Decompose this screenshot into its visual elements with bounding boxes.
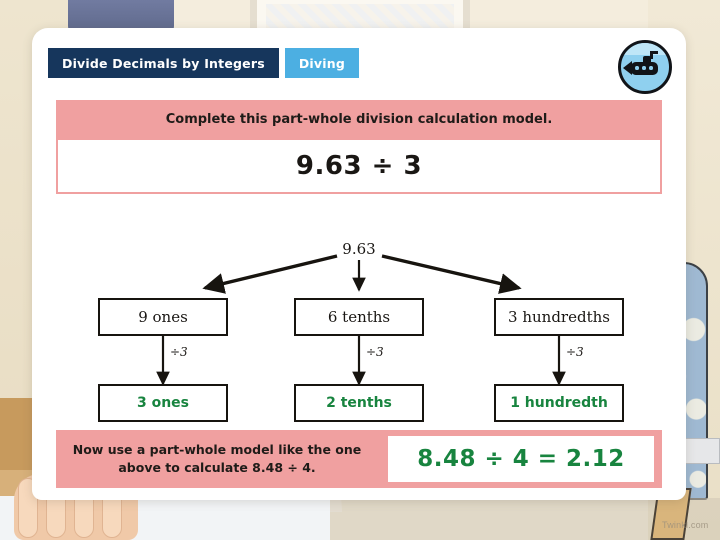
bottom-task-strip: Now use a part-whole model like the one …: [56, 430, 662, 488]
bottom-task-answer: 8.48 ÷ 4 = 2.12: [388, 436, 654, 482]
slide-stage: Twinkl.com Divide Decimals by Integers D…: [0, 0, 720, 540]
part-whole-diagram: 9.63 9 ones 6 tenths 3 hundredths ÷3 ÷3 …: [32, 204, 686, 424]
tab-bar: Divide Decimals by Integers Diving: [48, 48, 359, 78]
logo-water-surface: [621, 43, 669, 55]
logo-porthole: [635, 66, 639, 70]
logo-porthole: [642, 66, 646, 70]
part-box-hundredths: 3 hundredths: [494, 298, 624, 336]
logo-periscope-top: [650, 51, 658, 54]
tab-diving[interactable]: Diving: [284, 48, 359, 78]
question-expression: 9.63 ÷ 3: [56, 138, 662, 194]
divisor-label-tenths: ÷3: [366, 345, 384, 359]
answer-box-ones: 3 ones: [98, 384, 228, 422]
submarine-logo-icon: [618, 40, 672, 94]
tab-divide-decimals-by-integers[interactable]: Divide Decimals by Integers: [48, 48, 279, 78]
answer-box-tenths: 2 tenths: [294, 384, 424, 422]
lesson-card: Divide Decimals by Integers Diving Compl…: [32, 28, 686, 500]
answer-box-hundredths: 1 hundredth: [494, 384, 624, 422]
part-box-tenths: 6 tenths: [294, 298, 424, 336]
divisor-label-ones: ÷3: [170, 345, 188, 359]
instruction-banner: Complete this part-whole division calcul…: [56, 100, 662, 138]
logo-porthole: [649, 66, 653, 70]
divisor-label-hundredths: ÷3: [566, 345, 584, 359]
part-box-ones: 9 ones: [98, 298, 228, 336]
watermark: Twinkl.com: [662, 520, 709, 530]
bottom-task-prompt: Now use a part-whole model like the one …: [72, 441, 362, 475]
